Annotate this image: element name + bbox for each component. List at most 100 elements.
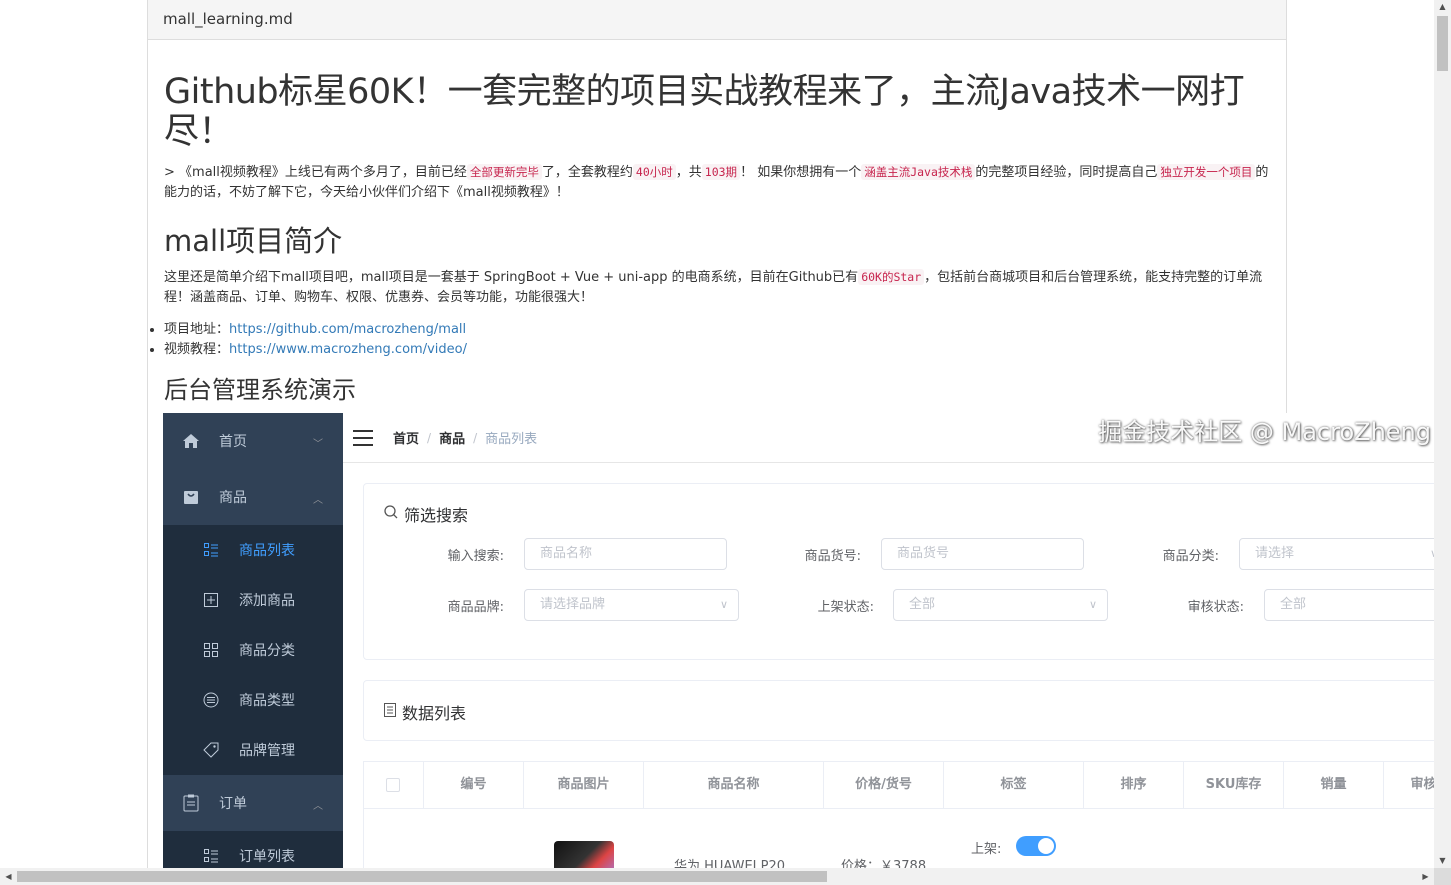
category-label: 商品分类: — [1162, 549, 1219, 564]
sidebar-label: 首页 — [219, 434, 247, 450]
inline-code: 涵盖主流Java技术栈 — [861, 164, 976, 180]
column-header: 商品图片 — [524, 762, 644, 808]
list-item: 视频教程：https://www.macrozheng.com/video/ — [164, 340, 1270, 360]
section-heading-intro: mall项目简介 — [164, 224, 343, 258]
scroll-up-icon[interactable]: ▲ — [1434, 0, 1451, 14]
sidebar-item-product-list[interactable]: 商品列表 — [163, 525, 343, 575]
list-icon — [203, 848, 219, 864]
document-icon — [384, 703, 396, 721]
link-list: 项目地址：https://github.com/macrozheng/mall … — [164, 320, 1270, 360]
hamburger-icon[interactable] — [353, 429, 373, 446]
inline-code: 独立开发一个项目 — [1157, 164, 1256, 180]
vertical-scrollbar[interactable]: ▲ ▼ — [1434, 0, 1451, 868]
sidebar-item-add-product[interactable]: 添加商品 — [163, 575, 343, 625]
text: ，共 — [675, 165, 702, 180]
grid-icon — [203, 642, 219, 658]
file-name: mall_learning.md — [163, 10, 293, 28]
scroll-down-icon[interactable]: ▼ — [1434, 854, 1451, 868]
sidebar-item-order[interactable]: 订单 ︿ — [163, 775, 343, 831]
publish-label: 上架: — [971, 842, 1002, 857]
column-header: 商品名称 — [644, 762, 824, 808]
placeholder: 全部 — [1280, 597, 1307, 612]
list-item: 项目地址：https://github.com/macrozheng/mall — [164, 320, 1270, 340]
chevron-down-icon: ∨ — [719, 598, 728, 611]
sidebar-item-product-type[interactable]: 商品类型 — [163, 675, 343, 725]
sku-input[interactable]: 商品货号 — [881, 538, 1084, 570]
document-body: Github标星60K！一套完整的项目实战教程来了，主流Java技术一网打尽！ … — [148, 72, 1286, 406]
text: 的完整项目经验，同时提高自己 — [975, 165, 1158, 180]
sidebar-item-product[interactable]: 商品 ︿ — [163, 469, 343, 525]
search-label: 输入搜索: — [447, 549, 504, 564]
sidebar-label: 商品 — [219, 490, 247, 506]
column-header: 排序 — [1084, 762, 1184, 808]
publish-status-select[interactable]: 全部 ∨ — [893, 589, 1108, 621]
breadcrumb-current: 商品列表 — [485, 432, 538, 447]
placeholder: 商品名称 — [540, 546, 593, 561]
section-heading-demo: 后台管理系统演示 — [164, 376, 356, 404]
intro-paragraph: > 《mall视频教程》上线已有两个多月了，目前已经 全部更新完毕 了，全套教程约 4… — [164, 162, 1270, 203]
scrollbar-corner — [1434, 868, 1451, 885]
verify-status-select[interactable]: 全部 — [1264, 589, 1435, 621]
text: ！ 如果你想拥有一个 — [740, 165, 862, 180]
sidebar-item-brand[interactable]: 品牌管理 — [163, 725, 343, 775]
clipboard-icon — [181, 793, 201, 813]
product-table: 编号 商品图片 商品名称 价格/货号 标签 排序 SKU库存 销量 审核 华为 … — [363, 761, 1435, 885]
horizontal-scrollbar[interactable]: ◀ ▶ — [0, 868, 1434, 885]
verify-status-label: 审核状态: — [1187, 600, 1244, 615]
video-link[interactable]: https://www.macrozheng.com/video/ — [229, 342, 467, 357]
inline-code: 全部更新完毕 — [466, 164, 542, 180]
link-label: 项目地址： — [164, 322, 230, 337]
category-select[interactable]: 请选择 ∨ — [1239, 538, 1435, 570]
chevron-up-icon: ︿ — [313, 495, 323, 506]
chevron-down-icon: ∨ — [1088, 598, 1097, 611]
inline-code: 40小时 — [632, 164, 676, 180]
chevron-up-icon: ︿ — [313, 801, 323, 812]
sidebar-item-home[interactable]: 首页 ﹀ — [163, 413, 343, 469]
admin-demo-image: 首页 ﹀ 商品 ︿ 商品列表 添加商品 商品分类 商品类型 品牌管理 订单 ︿ … — [163, 413, 1435, 885]
brand-label: 商品品牌: — [447, 600, 504, 615]
publish-switch[interactable] — [1016, 836, 1056, 856]
placeholder: 全部 — [909, 597, 936, 612]
keyword-input[interactable]: 商品名称 — [524, 538, 727, 570]
watermark: 掘金技术社区 @ MacroZheng — [1098, 418, 1431, 446]
sidebar-label: 订单列表 — [239, 849, 295, 865]
scroll-thumb[interactable] — [17, 871, 827, 882]
tag-icon — [203, 742, 219, 758]
column-header: 销量 — [1284, 762, 1384, 808]
admin-main: 首页 / 商品 / 商品列表 筛选搜索 输入搜索: 商品名称 商品货号: 商品货… — [343, 413, 1435, 885]
text: 这里还是简单介绍下mall项目吧，mall项目是一套基于 SpringBoot … — [164, 270, 859, 285]
column-header: 标签 — [944, 762, 1084, 808]
brand-select[interactable]: 请选择品牌 ∨ — [524, 589, 739, 621]
inline-code: 60K的Star — [858, 269, 925, 285]
breadcrumb-home[interactable]: 首页 — [393, 428, 419, 447]
filter-card: 筛选搜索 输入搜索: 商品名称 商品货号: 商品货号 商品分类: 请选择 ∨ 商品… — [363, 483, 1435, 660]
select-all-header — [364, 762, 424, 808]
sidebar-label: 商品类型 — [239, 693, 295, 709]
browser-viewport: mall_learning.md Github标星60K！一套完整的项目实战教程… — [0, 0, 1451, 885]
placeholder: 商品货号 — [897, 546, 950, 561]
inline-code: 103期 — [701, 164, 741, 180]
placeholder: 请选择 — [1255, 546, 1295, 561]
column-header: 价格/货号 — [824, 762, 944, 808]
sidebar-label: 商品分类 — [239, 643, 295, 659]
scroll-thumb[interactable] — [1437, 16, 1448, 71]
sidebar-item-product-category[interactable]: 商品分类 — [163, 625, 343, 675]
document-title: Github标星60K！一套完整的项目实战教程来了，主流Java技术一网打尽！ — [164, 72, 1245, 152]
scroll-left-icon[interactable]: ◀ — [0, 868, 17, 885]
chevron-down-icon: ﹀ — [313, 439, 323, 450]
card-title-text: 筛选搜索 — [404, 506, 469, 525]
admin-sidebar: 首页 ﹀ 商品 ︿ 商品列表 添加商品 商品分类 商品类型 品牌管理 订单 ︿ … — [163, 413, 343, 885]
home-icon — [181, 431, 201, 451]
list-circle-icon — [203, 692, 219, 708]
breadcrumb-product[interactable]: 商品 — [439, 428, 465, 447]
file-header: mall_learning.md — [148, 0, 1286, 40]
card-title-text: 数据列表 — [402, 704, 467, 723]
scroll-right-icon[interactable]: ▶ — [1417, 868, 1434, 885]
product-submenu: 商品列表 添加商品 商品分类 商品类型 品牌管理 — [163, 525, 343, 775]
github-link[interactable]: https://github.com/macrozheng/mall — [229, 322, 466, 337]
select-all-checkbox[interactable] — [386, 778, 400, 792]
text: > 《mall视频教程》上线已有两个多月了，目前已经 — [164, 165, 467, 180]
plus-square-icon — [203, 592, 219, 608]
data-list-card: 数据列表 — [363, 680, 1435, 741]
column-header: 编号 — [424, 762, 524, 808]
